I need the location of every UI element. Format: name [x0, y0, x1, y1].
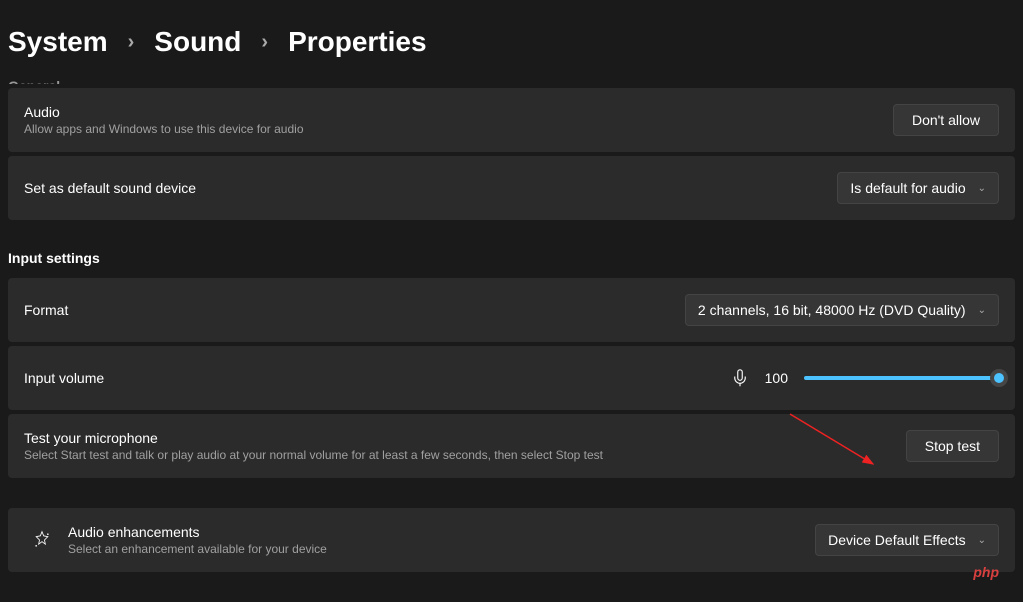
enhancements-dropdown[interactable]: Device Default Effects ⌄ — [815, 524, 999, 556]
section-general-label: General — [8, 78, 1015, 84]
enhancements-icon — [32, 530, 52, 550]
chevron-right-icon: › — [261, 31, 268, 54]
dont-allow-button[interactable]: Don't allow — [893, 104, 999, 136]
input-volume-card: Input volume 100 — [8, 346, 1015, 410]
chevron-down-icon: ⌄ — [978, 183, 986, 194]
section-input-settings-label: Input settings — [8, 250, 1015, 266]
breadcrumb-properties: Properties — [288, 26, 427, 58]
audio-title: Audio — [24, 104, 304, 120]
default-device-title: Set as default sound device — [24, 180, 196, 196]
default-device-value: Is default for audio — [850, 180, 965, 196]
default-device-dropdown[interactable]: Is default for audio ⌄ — [837, 172, 999, 204]
format-title: Format — [24, 302, 68, 318]
breadcrumb: System › Sound › Properties — [8, 0, 1015, 90]
enhancements-subtitle: Select an enhancement available for your… — [68, 542, 327, 556]
enhancements-value: Device Default Effects — [828, 532, 965, 548]
format-dropdown[interactable]: 2 channels, 16 bit, 48000 Hz (DVD Qualit… — [685, 294, 999, 326]
volume-value: 100 — [765, 370, 788, 386]
default-device-card: Set as default sound device Is default f… — [8, 156, 1015, 220]
format-value: 2 channels, 16 bit, 48000 Hz (DVD Qualit… — [698, 302, 966, 318]
chevron-right-icon: › — [128, 31, 135, 54]
audio-permission-card: Audio Allow apps and Windows to use this… — [8, 88, 1015, 152]
stop-test-button[interactable]: Stop test — [906, 430, 999, 462]
enhancements-title: Audio enhancements — [68, 524, 327, 540]
volume-slider-thumb[interactable] — [990, 369, 1008, 387]
format-card: Format 2 channels, 16 bit, 48000 Hz (DVD… — [8, 278, 1015, 342]
chevron-down-icon: ⌄ — [978, 535, 986, 546]
audio-subtitle: Allow apps and Windows to use this devic… — [24, 122, 304, 136]
chevron-down-icon: ⌄ — [978, 305, 986, 316]
audio-enhancements-card: Audio enhancements Select an enhancement… — [8, 508, 1015, 572]
microphone-icon — [731, 369, 749, 387]
input-volume-title: Input volume — [24, 370, 104, 386]
volume-slider[interactable] — [804, 376, 999, 380]
test-mic-title: Test your microphone — [24, 430, 603, 446]
test-mic-subtitle: Select Start test and talk or play audio… — [24, 448, 603, 462]
breadcrumb-system[interactable]: System — [8, 26, 108, 58]
test-microphone-card: Test your microphone Select Start test a… — [8, 414, 1015, 478]
breadcrumb-sound[interactable]: Sound — [154, 26, 241, 58]
